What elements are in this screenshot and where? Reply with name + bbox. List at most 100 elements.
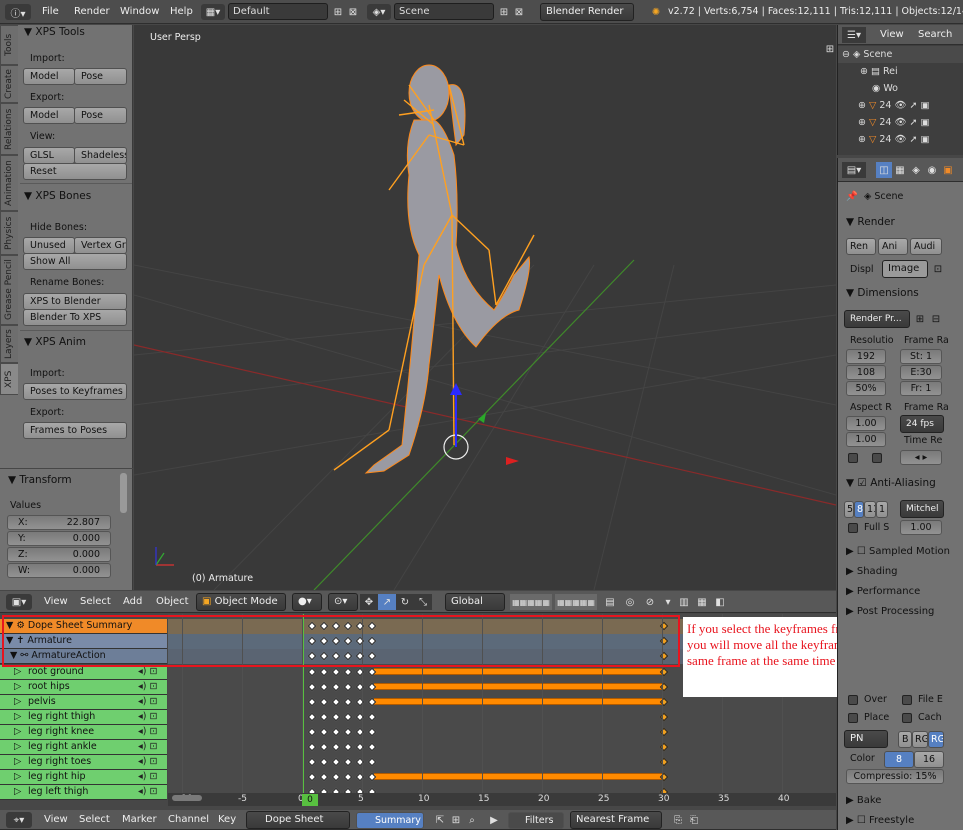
render-preset-dropdown[interactable]: Render Pr... [844,310,910,328]
pin-icon[interactable]: 📌 [846,191,858,202]
export-model-button[interactable]: Model [23,107,75,124]
ds-menu-select[interactable]: Select [79,814,110,825]
aa-samples-16[interactable]: 1 [876,501,888,518]
import-pose-button[interactable]: Pose [74,68,127,85]
outliner-menu-search[interactable]: Search [918,29,952,40]
quat-x-field[interactable]: X: 22.807 [7,515,111,530]
opengl-render-icon[interactable]: ▦ [694,594,710,610]
scene-field[interactable]: Scene [394,3,494,20]
render-panel-header[interactable]: ▼ Render [846,216,895,228]
resolution-y-field[interactable]: 108 [846,365,886,380]
mute-lock-icon[interactable]: ◂) ⊡ [138,725,157,739]
editor-type-icon[interactable]: ▣▾ [6,594,32,610]
resolution-percent-field[interactable]: 50% [846,381,886,396]
tab-physics[interactable]: Physics [0,211,18,255]
animation-button[interactable]: Ani [878,238,908,255]
properties-type-icon[interactable]: ▤▾ [842,162,866,178]
resolution-x-field[interactable]: 192 [846,349,886,364]
color-rgba-button[interactable]: RG [928,731,944,748]
aspect-y-field[interactable]: 1.00 [846,432,886,447]
expand-icon[interactable]: ▷ [14,785,21,799]
bone-channel[interactable]: ▷ pelvis ◂) ⊡ [0,695,167,710]
quat-z-field[interactable]: Z: 0.000 [7,547,111,562]
transform-header[interactable]: ▼ Transform [8,474,72,486]
3d-viewport[interactable]: User Persp (0) Armature ⊞ [134,25,836,590]
tab-relations[interactable]: Relations [0,103,18,155]
poses-to-keyframes-button[interactable]: Poses to Keyframes [23,383,127,400]
expand-icon[interactable]: ▷ [14,680,21,694]
bone-channel[interactable]: ▷ root hips ◂) ⊡ [0,680,167,695]
display-dropdown[interactable]: Image [882,260,928,278]
mute-lock-icon[interactable]: ◂) ⊡ [138,710,157,724]
import-model-button[interactable]: Model [23,68,75,85]
shading-header[interactable]: ▶ Shading [846,566,898,577]
border-checkbox[interactable] [848,453,858,463]
expand-icon[interactable]: ▷ [14,695,21,709]
menu-window[interactable]: Window [120,6,159,17]
antialiasing-panel-header[interactable]: ▼ ☑ Anti-Aliasing [846,477,936,489]
scene-context-icon[interactable]: ◈ [908,162,924,178]
show-hidden-icon[interactable]: ⊞ [448,812,464,828]
ds-menu-view[interactable]: View [44,814,68,825]
aa-filter-dropdown[interactable]: Mitchel [900,500,944,518]
pin-icon[interactable]: ▶ [486,812,502,828]
current-frame-badge[interactable]: 0 [302,794,318,806]
menu-select[interactable]: Select [80,596,111,607]
post-processing-header[interactable]: ▶ Post Processing [846,606,934,617]
expand-icon[interactable]: ▷ [14,725,21,739]
pivot-dropdown[interactable]: ⊙▾ [328,593,358,611]
mute-lock-icon[interactable]: ◂) ⊡ [138,665,157,679]
xps-bones-header[interactable]: ▼ XPS Bones [24,190,91,202]
aa-samples-8[interactable]: 8 [854,501,864,518]
camera-icon[interactable]: ◧ [712,594,728,610]
blender-to-xps-button[interactable]: Blender To XPS [23,309,127,326]
screen-layout-field[interactable]: Default [228,3,328,20]
visibility-icon[interactable]: 👁 ➚ ▣ [894,100,929,111]
render-engine-dropdown[interactable]: Blender Render [540,3,634,21]
ds-editor-type-icon[interactable]: ⌖▾ [6,812,32,828]
mode-dropdown[interactable]: ▣ Object Mode [196,593,286,611]
screen-layout-icon[interactable]: ▦▾ [201,4,225,20]
visibility-icon[interactable]: 👁 ➚ ▣ [894,117,929,128]
add-layout-icon[interactable]: ⊞ [330,4,346,20]
bone-channel[interactable]: ▷ leg right hip ◂) ⊡ [0,770,167,785]
expand-icon[interactable]: ▷ [14,665,21,679]
fps-dropdown[interactable]: 24 fps [900,415,944,433]
outliner-type-icon[interactable]: ☰▾ [842,27,866,43]
ds-menu-marker[interactable]: Marker [122,814,157,825]
aa-samples-11[interactable]: 11 [864,501,876,518]
full-sample-checkbox[interactable] [848,523,858,533]
remove-preset-icon[interactable]: ⊟ [928,311,944,327]
outliner-scene-row[interactable]: ⊖ ◈ Scene [838,46,963,63]
add-scene-icon[interactable]: ⊞ [496,4,512,20]
menu-add[interactable]: Add [123,596,142,607]
quat-y-field[interactable]: Y: 0.000 [7,531,111,546]
outliner-menu-view[interactable]: View [880,29,904,40]
hold-bar[interactable] [374,773,664,780]
panel-scrollbar[interactable] [120,473,127,513]
render-view-icon[interactable]: ▥ [676,594,692,610]
frame-start-field[interactable]: St: 1 [900,349,942,364]
outliner-object-row[interactable]: ⊕ ▽ 24 👁 ➚ ▣ [838,131,963,148]
info-editor-icon[interactable]: ⓘ▾ [5,4,31,20]
mute-lock-icon[interactable]: ◂) ⊡ [138,740,157,754]
rotate-icon[interactable]: ↻ [396,594,414,610]
menu-view[interactable]: View [44,596,68,607]
sampled-motion-header[interactable]: ▶ ☐ Sampled Motion [846,546,950,557]
glsl-button[interactable]: GLSL [23,147,75,164]
shading-dropdown[interactable]: ●▾ [292,593,322,611]
dopesheet-scrollbar[interactable] [172,795,202,801]
tab-grease-pencil[interactable]: Grease Pencil [0,255,18,325]
bone-channel[interactable]: ▷ root ground ◂) ⊡ [0,665,167,680]
performance-header[interactable]: ▶ Performance [846,586,920,597]
reset-button[interactable]: Reset [23,163,127,180]
manipulator-icon[interactable]: ✥ [360,594,378,610]
time-remap-field[interactable]: ◂ ▸ [900,450,942,465]
mute-lock-icon[interactable]: ◂) ⊡ [138,695,157,709]
menu-object[interactable]: Object [156,596,189,607]
bone-channel[interactable]: ▷ leg right knee ◂) ⊡ [0,725,167,740]
show-all-button[interactable]: Show All [23,253,127,270]
dimensions-panel-header[interactable]: ▼ Dimensions [846,287,919,299]
object-context-icon[interactable]: ▣ [940,162,956,178]
tab-xps[interactable]: XPS [0,363,18,395]
